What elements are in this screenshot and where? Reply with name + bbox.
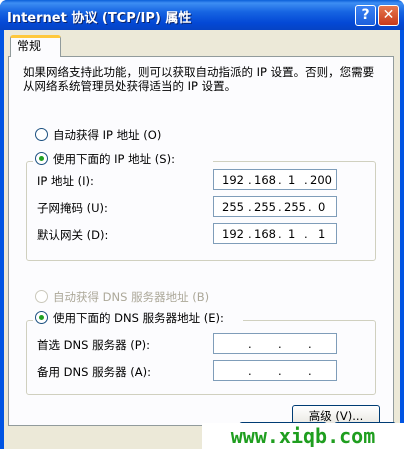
gw-octet-2: 168 xyxy=(254,227,276,241)
ip-dot: . xyxy=(278,364,282,378)
ip-dot: . xyxy=(304,173,308,187)
tab-panel: 如果网络支持此功能，则可以获取自动指派的 IP 设置。否则，您需要从网络系统管理… xyxy=(8,56,394,427)
help-button[interactable]: ? xyxy=(355,5,376,26)
ip-dot: . xyxy=(308,337,312,351)
ip-octet-1: 192 xyxy=(222,173,244,187)
dns-groupbox xyxy=(26,320,376,395)
ip-dot: . xyxy=(248,337,252,351)
watermark-text: www.xiqb.com xyxy=(202,423,404,449)
ip-octet-3: 1 xyxy=(288,173,296,187)
gw-octet-3: 1 xyxy=(288,227,296,241)
ip-group-header: 使用下面的 IP 地址 (S): xyxy=(33,150,213,166)
radio-selected-dot xyxy=(39,156,44,161)
ip-dot: . xyxy=(248,364,252,378)
manual-ip-label[interactable]: 使用下面的 IP 地址 (S): xyxy=(53,151,175,167)
preferred-dns-label: 首选 DNS 服务器 (P): xyxy=(37,338,151,352)
ip-dot: . xyxy=(278,173,282,187)
auto-ip-radio[interactable] xyxy=(35,128,48,141)
dialog-client: 常规 如果网络支持此功能，则可以获取自动指派的 IP 设置。否则，您需要从网络系… xyxy=(4,30,400,449)
mask-octet-3: 255 xyxy=(284,200,306,214)
ip-dot: . xyxy=(308,200,312,214)
ip-dot: . xyxy=(248,173,252,187)
ip-dot: . xyxy=(304,227,308,241)
close-button[interactable]: ✕ xyxy=(378,5,399,26)
description-text: 如果网络支持此功能，则可以获取自动指派的 IP 设置。否则，您需要从网络系统管理… xyxy=(23,65,375,93)
ip-octet-2: 168 xyxy=(254,173,276,187)
alternate-dns-label: 备用 DNS 服务器 (A): xyxy=(37,365,151,379)
gw-octet-1: 192 xyxy=(222,227,244,241)
ip-dot: . xyxy=(278,227,282,241)
default-gateway-label: 默认网关 (D): xyxy=(37,228,109,242)
auto-dns-label: 自动获得 DNS 服务器地址 (B) xyxy=(53,290,210,304)
mask-octet-1: 255 xyxy=(222,200,244,214)
preferred-dns-field[interactable]: . . . xyxy=(213,333,337,354)
ip-dot: . xyxy=(248,200,252,214)
ip-dot: . xyxy=(278,200,282,214)
title-bar[interactable]: Internet 协议 (TCP/IP) 属性 ? ✕ xyxy=(0,0,404,30)
ip-dot: . xyxy=(278,337,282,351)
ip-dot: . xyxy=(308,364,312,378)
manual-dns-radio[interactable] xyxy=(35,311,48,324)
subnet-mask-field[interactable]: 255 . 255 . 255 . 0 xyxy=(213,196,337,217)
auto-ip-label[interactable]: 自动获得 IP 地址 (O) xyxy=(53,127,161,143)
default-gateway-field[interactable]: 192 . 168 . 1 . 1 xyxy=(213,223,337,244)
ip-address-field[interactable]: 192 . 168 . 1 . 200 xyxy=(213,169,337,190)
radio-selected-dot xyxy=(39,315,44,320)
auto-dns-radio xyxy=(35,290,48,303)
ip-dot: . xyxy=(248,227,252,241)
alternate-dns-field[interactable]: . . . xyxy=(213,360,337,381)
subnet-mask-label: 子网掩码 (U): xyxy=(37,201,108,215)
gw-octet-4: 1 xyxy=(318,227,326,241)
tab-general[interactable]: 常规 xyxy=(10,35,61,57)
dialog-window: Internet 协议 (TCP/IP) 属性 ? ✕ 常规 如果网络支持此功能… xyxy=(0,0,404,449)
mask-octet-4: 0 xyxy=(318,200,326,214)
mask-octet-2: 255 xyxy=(254,200,276,214)
manual-dns-label[interactable]: 使用下面的 DNS 服务器地址 (E): xyxy=(53,310,224,326)
window-title: Internet 协议 (TCP/IP) 属性 xyxy=(7,11,192,26)
manual-ip-radio[interactable] xyxy=(35,152,48,165)
dns-group-header: 使用下面的 DNS 服务器地址 (E): xyxy=(33,309,243,325)
ip-octet-4: 200 xyxy=(310,173,332,187)
ip-address-label: IP 地址 (I): xyxy=(37,174,94,188)
